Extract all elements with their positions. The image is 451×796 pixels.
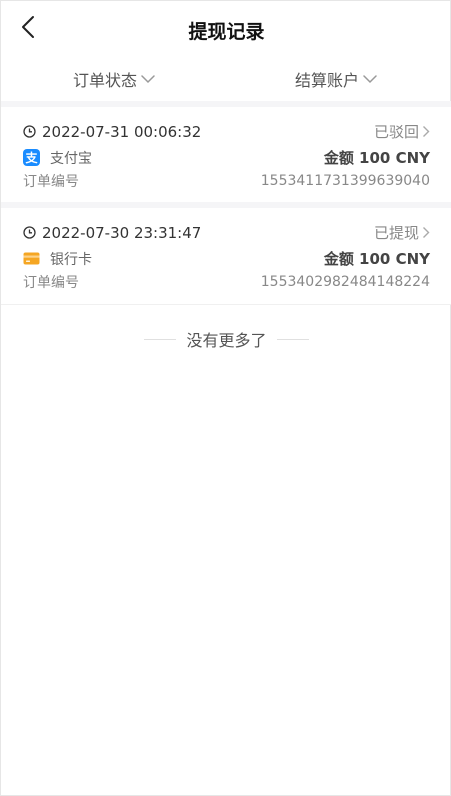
clock-icon <box>23 226 36 239</box>
payment-method: 银行卡 <box>23 249 92 269</box>
page-frame: 提现记录 订单状态 结算账户 2022-07-31 00:06:32 已驳回 支… <box>0 0 451 796</box>
record-time: 2022-07-31 00:06:32 <box>23 123 201 141</box>
payment-method-text: 支付宝 <box>50 150 92 167</box>
record-time: 2022-07-30 23:31:47 <box>23 224 201 242</box>
no-more-indicator: 没有更多了 <box>1 328 451 350</box>
record-time-text: 2022-07-31 00:06:32 <box>42 122 202 141</box>
list-divider <box>1 304 451 305</box>
chevron-right-icon <box>423 227 430 238</box>
record-item[interactable]: 2022-07-31 00:06:32 已驳回 支 支付宝 金额 100 CNY… <box>1 107 451 203</box>
page-title: 提现记录 <box>188 21 265 43</box>
payment-method: 支 支付宝 <box>23 148 92 168</box>
bank-card-icon <box>23 252 40 265</box>
record-item[interactable]: 2022-07-30 23:31:47 已提现 银行卡 金额 100 CNY 订… <box>1 208 451 304</box>
order-number-value: 1553402982484148224 <box>260 274 430 290</box>
chevron-down-icon <box>363 75 377 84</box>
record-amount: 金额 100 CNY <box>323 250 430 268</box>
record-status[interactable]: 已提现 <box>374 222 430 243</box>
order-status-label: 订单状态 <box>73 71 138 90</box>
header: 提现记录 <box>1 1 451 59</box>
no-more-text: 没有更多了 <box>186 331 267 350</box>
divider-line <box>276 338 309 340</box>
payment-method-text: 银行卡 <box>50 251 92 268</box>
settlement-account-label: 结算账户 <box>295 71 360 90</box>
record-time-text: 2022-07-30 23:31:47 <box>42 223 202 242</box>
settlement-account-filter[interactable]: 结算账户 <box>295 67 377 91</box>
record-amount: 金额 100 CNY <box>323 149 430 167</box>
chevron-right-icon <box>423 126 430 137</box>
order-number-label: 订单编号 <box>23 174 79 190</box>
record-status-text: 已驳回 <box>373 123 419 141</box>
record-status-text: 已提现 <box>373 224 419 242</box>
alipay-icon: 支 <box>23 149 40 166</box>
record-status[interactable]: 已驳回 <box>374 121 430 142</box>
order-number-label: 订单编号 <box>23 275 79 291</box>
order-number-value: 1553411731399639040 <box>260 173 430 189</box>
chevron-down-icon <box>141 75 155 84</box>
clock-icon <box>23 125 36 138</box>
order-status-filter[interactable]: 订单状态 <box>73 67 155 91</box>
filter-bar: 订单状态 结算账户 <box>1 59 451 101</box>
divider-line <box>144 338 177 340</box>
